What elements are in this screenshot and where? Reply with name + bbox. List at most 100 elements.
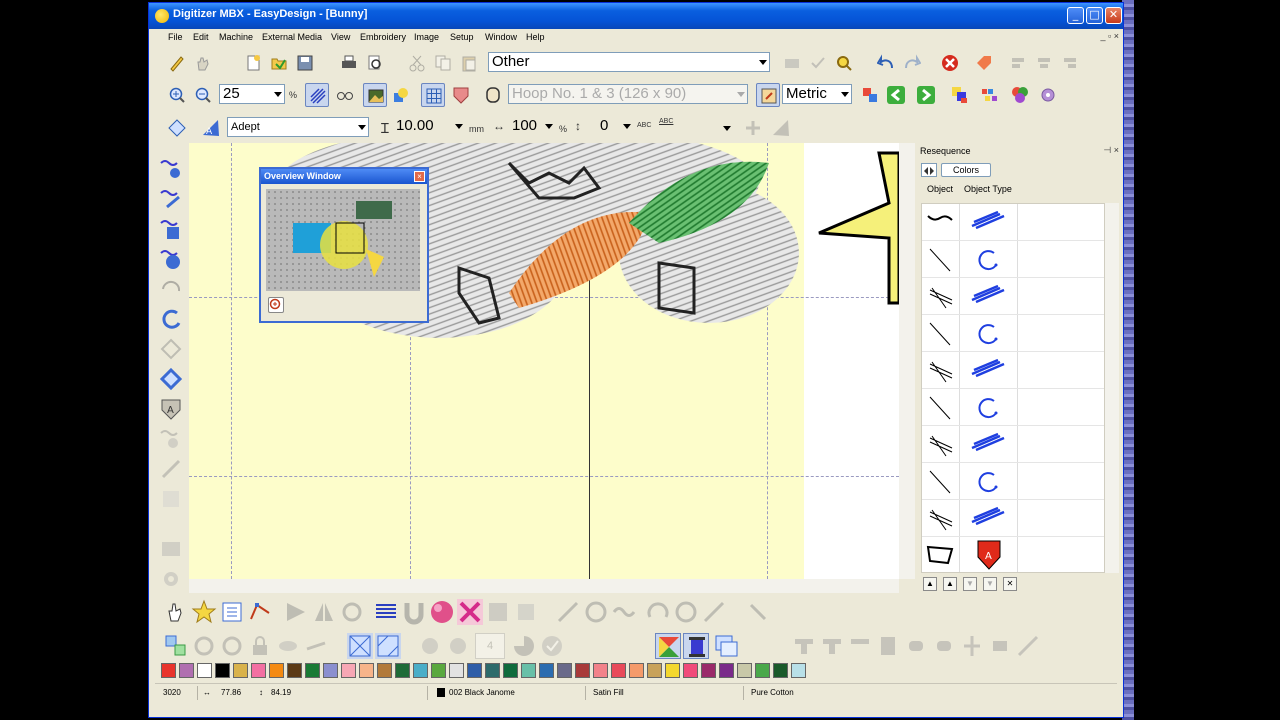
thread-chart-button[interactable] [978,83,1002,107]
minimize-button[interactable]: _ [1067,7,1084,24]
color-swatch[interactable] [647,663,662,678]
color-swatch[interactable] [305,663,320,678]
move-up-button[interactable]: ▲ [943,577,957,591]
circle-tool[interactable] [159,307,183,331]
font-select[interactable]: Adept [227,117,369,137]
cross-fill-button[interactable] [457,599,483,625]
needle-tool-button[interactable] [745,599,771,625]
3d-view-button[interactable] [333,83,357,107]
text-effect-label-2[interactable]: ABC [659,118,673,125]
color-swatch[interactable] [251,663,266,678]
show-image-button[interactable] [363,83,387,107]
hand-tool-button[interactable] [191,51,215,75]
color-swatch[interactable] [701,663,716,678]
order-button[interactable] [931,633,957,659]
thread-button[interactable] [683,633,709,659]
arc-select-button[interactable] [645,599,671,625]
arrange-button[interactable] [1015,633,1041,659]
resequence-toggle-button[interactable] [921,163,937,177]
check-button[interactable] [806,51,830,75]
color-swatch[interactable] [755,663,770,678]
hoop-position-button[interactable] [756,83,780,107]
chevron-down-icon[interactable] [723,126,731,131]
color-swatch[interactable] [791,663,806,678]
print-button[interactable] [337,51,361,75]
combine-button[interactable] [219,633,245,659]
show-fills-button[interactable] [389,83,413,107]
motif-fill-button[interactable] [513,599,539,625]
list-item[interactable] [922,241,1104,278]
spacing-input[interactable]: 0 [597,117,633,137]
resequence-pin-close[interactable]: ⊣ × [1103,145,1119,156]
align-tool-button[interactable] [283,599,309,625]
canvas-horizontal-scrollbar[interactable] [189,579,899,593]
diamond-tool[interactable] [159,367,183,391]
array-button[interactable] [417,633,443,659]
open-button[interactable] [267,51,291,75]
previous-button[interactable] [884,83,908,107]
save-button[interactable] [293,51,317,75]
group-button[interactable] [163,633,189,659]
text-settings-button[interactable] [165,116,189,140]
view-design-button[interactable] [655,633,681,659]
select-color-button[interactable] [375,633,401,659]
color-swatch[interactable] [665,663,680,678]
resequence-list[interactable]: A [921,203,1105,573]
column-stitch-button[interactable] [401,599,427,625]
reshape-button[interactable] [247,599,273,625]
color-swatch[interactable] [323,663,338,678]
select-all-button[interactable] [347,633,373,659]
applique-tool[interactable]: A [159,397,183,421]
knife-tool-button[interactable] [701,599,727,625]
list-item[interactable] [922,426,1104,463]
space-button[interactable] [987,633,1013,659]
list-item[interactable] [922,278,1104,315]
fill-tool[interactable] [159,217,183,241]
menu-window[interactable]: Window [485,32,517,42]
object-column-header[interactable]: Object [927,184,953,194]
move-to-top-button[interactable]: ▲ [923,577,937,591]
color-swatch[interactable] [377,663,392,678]
undo-button[interactable] [874,51,898,75]
zoom-out-button[interactable] [191,83,215,107]
color-swatch[interactable] [485,663,500,678]
photo-tool[interactable] [159,537,183,561]
color-swatch[interactable] [341,663,356,678]
hoop-select[interactable]: Hoop No. 1 & 3 (126 x 90) [508,84,748,104]
color-swatch[interactable] [359,663,374,678]
tag-button[interactable] [972,51,996,75]
menu-help[interactable]: Help [526,32,545,42]
settings-tool[interactable] [159,567,183,591]
new-button[interactable] [241,51,265,75]
apply-button[interactable] [539,633,565,659]
menu-view[interactable]: View [331,32,350,42]
text-effect-label-1[interactable]: ABC [637,122,651,129]
satin-stitch-button[interactable] [373,599,399,625]
add-text-button[interactable] [741,116,765,140]
color-swatch[interactable] [179,663,194,678]
color-wheel-button[interactable] [1008,83,1032,107]
colors-button[interactable]: Colors [941,163,991,177]
find-button[interactable] [832,51,856,75]
next-button[interactable] [914,83,938,107]
show-all-button[interactable] [303,633,329,659]
gear-array-button[interactable] [445,633,471,659]
color-swatch[interactable] [629,663,644,678]
center-button[interactable] [959,633,985,659]
color-swatch[interactable] [395,663,410,678]
move-down-button[interactable]: ▼ [963,577,977,591]
list-item[interactable] [922,315,1104,352]
color-swatch[interactable] [233,663,248,678]
list-item[interactable] [922,389,1104,426]
zoom-select[interactable]: 25 [219,84,285,104]
align-top-button[interactable] [791,633,817,659]
pattern-fill-button[interactable] [485,599,511,625]
print-preview-button[interactable] [363,51,387,75]
color-list-button[interactable] [948,83,972,107]
menu-file[interactable]: File [168,32,183,42]
circle-select-button[interactable] [673,599,699,625]
send-machine-button[interactable] [780,51,804,75]
move-to-bottom-button[interactable]: ▼ [983,577,997,591]
color-swatch[interactable] [773,663,788,678]
canvas-vertical-scrollbar[interactable] [899,143,915,579]
